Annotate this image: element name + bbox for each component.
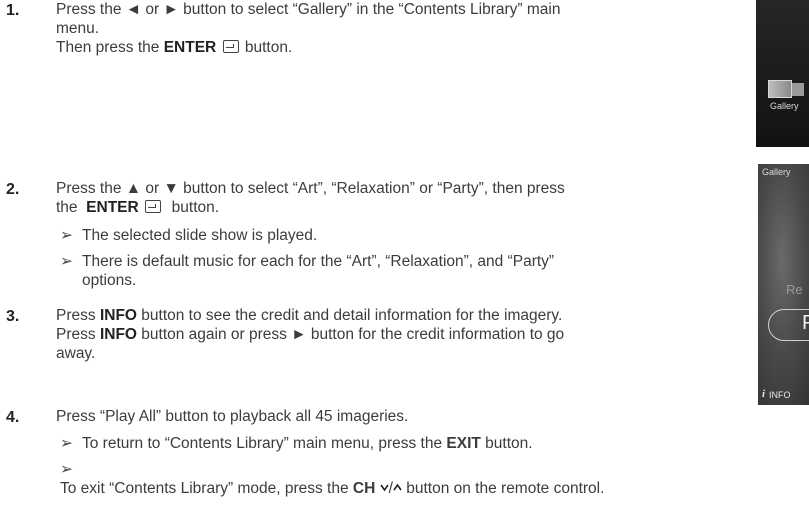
gallery-screenshot: Gallery Re P i INFO <box>758 164 809 405</box>
step-number: 1. <box>6 2 20 19</box>
note-item: ➢ There is default music for each for the… <box>60 253 555 289</box>
step-text: Press INFO button to see the credit and … <box>56 307 563 324</box>
note-arrow-icon: ➢ <box>60 461 73 478</box>
step-text: away. <box>56 345 96 362</box>
enter-icon <box>222 40 239 53</box>
contents-library-screenshot: Gallery <box>756 0 809 147</box>
step-number: 3. <box>6 308 20 325</box>
note-item: ➢ The selected slide show is played. <box>60 227 318 244</box>
chevron-down-icon <box>379 483 389 492</box>
gallery-thumb-label: Gallery <box>770 101 799 111</box>
step-text: the ENTER button. <box>56 199 220 216</box>
note-item: ➢To exit “Contents Library” mode, press … <box>60 461 605 497</box>
step-number: 4. <box>6 409 20 426</box>
enter-icon <box>145 200 162 213</box>
note-item: ➢ To return to “Contents Library” main me… <box>60 435 533 452</box>
step-text: Then press the ENTER button. <box>56 39 293 56</box>
chevron-up-icon <box>393 483 402 492</box>
gallery-thumbnail <box>768 80 792 98</box>
step-text: menu. <box>56 20 100 37</box>
gallery-header: Gallery <box>762 167 791 177</box>
step-number: 2. <box>6 181 20 198</box>
note-arrow-icon: ➢ <box>60 435 73 452</box>
info-icon: i <box>762 388 766 400</box>
faded-menu-text: Re <box>786 282 803 297</box>
step-text: Press INFO button again or press ► butto… <box>56 326 565 343</box>
note-arrow-icon: ➢ <box>60 253 73 270</box>
info-label: INFO <box>769 390 791 400</box>
note-arrow-icon: ➢ <box>60 227 73 244</box>
step-text: Press the ◄ or ► button to select “Galle… <box>56 1 561 18</box>
step-text: Press “Play All” button to playback all … <box>56 408 409 425</box>
play-all-letter: P <box>802 312 809 334</box>
gallery-thumbnail-secondary <box>792 83 804 96</box>
step-text: Press the ▲ or ▼ button to select “Art”,… <box>56 180 565 197</box>
